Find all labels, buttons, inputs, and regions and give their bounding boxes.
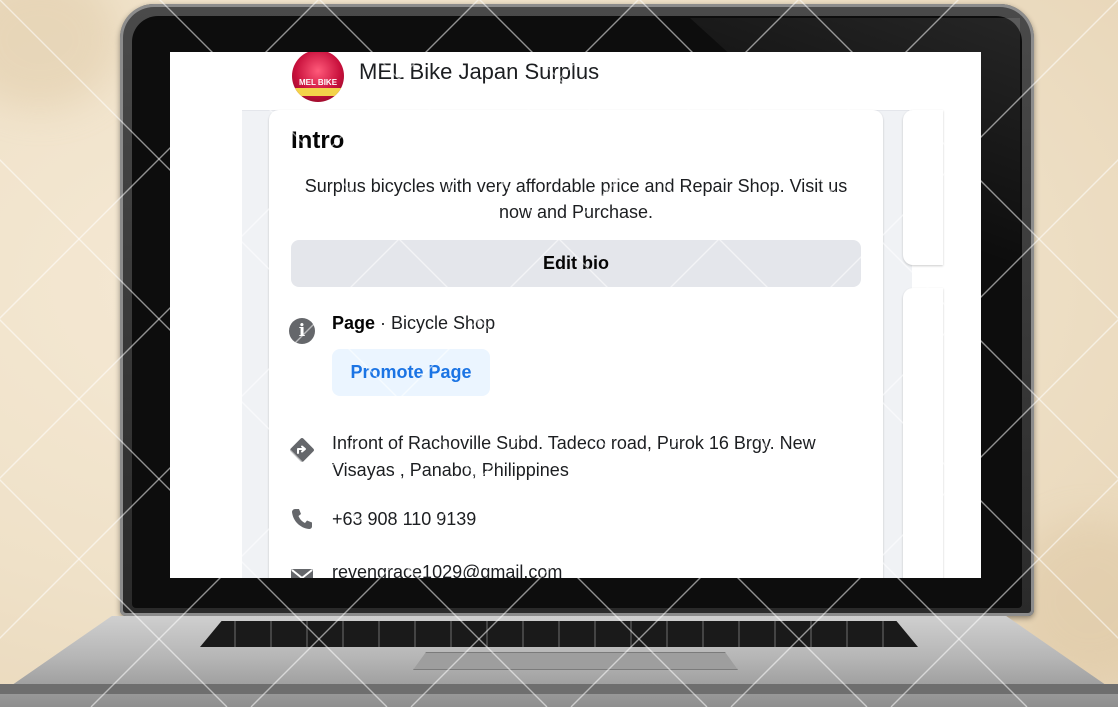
category-text: · Bicycle Shop [375, 313, 496, 333]
promote-page-button[interactable]: Promote Page [332, 349, 490, 396]
email-address[interactable]: revengrace1029@gmail.com [332, 562, 562, 578]
scene: MEL BIKE MEL Bike Japan Surplus Intro Su… [0, 0, 1118, 707]
trackpad [413, 652, 738, 670]
left-margin [170, 52, 242, 578]
intro-card: Intro Surplus bicycles with very afforda… [269, 110, 883, 578]
page-category: Page · Bicycle Shop [332, 313, 495, 334]
avatar-logo-strip [292, 88, 344, 96]
edit-bio-button[interactable]: Edit bio [291, 240, 861, 287]
address-text: Infront of Rachoville Subd. Tadeco road,… [332, 433, 816, 480]
page-label: Page [332, 313, 376, 333]
info-icon: i [289, 318, 315, 344]
laptop-base-edge [0, 684, 1118, 694]
intro-heading: Intro [291, 127, 345, 154]
directions-icon [290, 438, 314, 462]
laptop-screen: MEL BIKE MEL Bike Japan Surplus Intro Su… [170, 52, 981, 578]
page-title[interactable]: MEL Bike Japan Surplus [359, 59, 599, 85]
phone-number[interactable]: +63 908 110 9139 [332, 509, 476, 530]
keyboard [200, 621, 918, 647]
avatar-logo-text: MEL BIKE [298, 78, 338, 87]
page-avatar[interactable]: MEL BIKE [292, 52, 344, 102]
background-stain [0, 0, 120, 110]
page-header: MEL BIKE MEL Bike Japan Surplus [242, 52, 912, 111]
side-card [903, 110, 943, 265]
side-card [903, 288, 943, 578]
bio-text: Surplus bicycles with very affordable pr… [304, 176, 848, 222]
phone-icon [292, 509, 312, 529]
mail-icon [291, 569, 313, 578]
